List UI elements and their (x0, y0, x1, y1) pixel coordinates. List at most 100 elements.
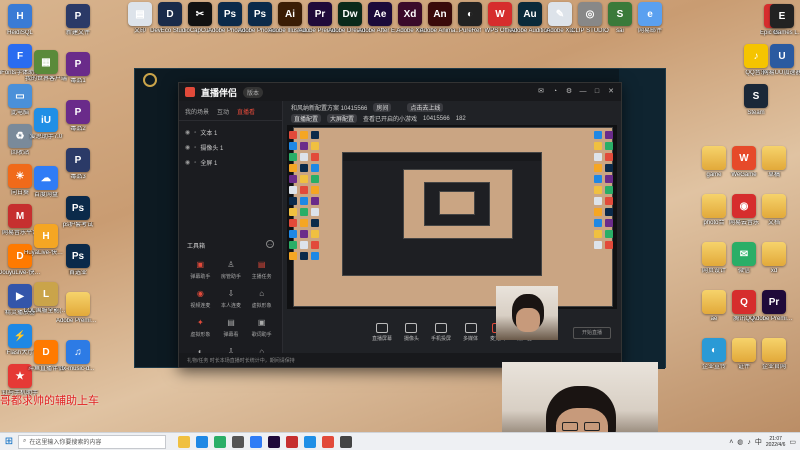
pinned-app-icon[interactable] (304, 435, 316, 448)
desktop-icon[interactable]: P 毒品3 (58, 148, 98, 181)
pinned-app-icon[interactable] (286, 435, 298, 448)
toolbox-more-icon[interactable]: … (266, 240, 274, 248)
eye-icon[interactable]: ◉ (185, 129, 190, 136)
lock-icon[interactable]: ▫ (194, 145, 196, 151)
desktop-icon[interactable]: ♫ lx-music-d... (58, 340, 98, 373)
nested-app-icon (311, 175, 319, 183)
toolbox-item[interactable]: ♙ 房管助手 (216, 259, 247, 280)
desktop-icon[interactable]: E Epic Games Launcher (760, 4, 800, 37)
lock-icon[interactable]: ▫ (194, 160, 196, 166)
toolbox-item[interactable]: ◉ 视频连麦 (185, 288, 216, 309)
room-tag[interactable]: 房间 (373, 103, 392, 112)
desktop-icon[interactable]: P 毒品1 (58, 52, 98, 85)
eye-icon[interactable]: ◉ (185, 144, 190, 151)
toolbox-item[interactable]: ▣ 歌词助手 (246, 317, 277, 338)
live-config-button[interactable]: 直播配置 (291, 114, 322, 123)
toolbox-item[interactable]: ✦ 虚拟形象 (185, 317, 216, 338)
source-button[interactable]: 手机投屏 (431, 322, 451, 342)
pinned-app-icon[interactable] (196, 435, 208, 448)
desktop-icon[interactable]: ✉ 微信 (724, 242, 764, 275)
go-online-button[interactable]: 点击去上线 (407, 103, 444, 112)
network-icon[interactable]: ◍ (737, 438, 743, 446)
pinned-app-icon[interactable] (250, 435, 262, 448)
desktop-icon[interactable]: H HeidiSQL (0, 4, 40, 37)
source-icon (434, 322, 447, 333)
app-icon: H (34, 224, 58, 248)
scene-item[interactable]: ◉ ▫ 全屏 1 (179, 155, 282, 170)
windows-start-icon[interactable]: ⊞ (0, 433, 18, 450)
app-icon: H (8, 4, 32, 28)
eye-icon[interactable]: ◉ (185, 159, 190, 166)
desktop-icon-label: 微信 (737, 268, 750, 274)
notification-icon[interactable]: ▭ (789, 438, 796, 446)
toolbox-item[interactable]: ▣ 弹幕助手 (185, 259, 216, 280)
nested-app-icon (289, 153, 297, 161)
start-live-button[interactable]: 开始直播 (573, 327, 611, 339)
nested-app-icon (289, 252, 297, 260)
desktop-icon[interactable]: e 网易邮件 (630, 2, 670, 35)
mini-games-link[interactable]: 查看已开启的小游戏 (363, 114, 417, 123)
desktop-icon[interactable]: Ps ps护套考试 (58, 196, 98, 229)
desktop-icon[interactable]: S Steam (736, 84, 776, 117)
tool-label: 房管助手 (220, 274, 241, 280)
scene-item[interactable]: ◉ ▫ 摄像头 1 (179, 140, 282, 155)
desktop-icon[interactable]: U 网易UU加速器 (762, 44, 800, 77)
screen-config-button[interactable]: 大屏配置 (327, 114, 358, 123)
app-icon: ◎ (578, 2, 602, 26)
scene-tab[interactable]: 直播看 (237, 107, 255, 116)
desktop-icon[interactable]: 证件 (724, 338, 764, 371)
scene-tab[interactable]: 互动 (217, 107, 229, 116)
tray-chevron-icon[interactable]: ˄ (729, 439, 733, 446)
toolbox-item[interactable]: ▤ 弹幕看 (216, 317, 247, 338)
desktop-icon[interactable]: Q 腾讯QQ (724, 290, 764, 323)
scene-tab[interactable]: 我的场景 (185, 107, 209, 116)
toolbox-item[interactable]: ⇩ 本人连麦 (216, 288, 247, 309)
maximize-icon[interactable]: □ (593, 88, 601, 96)
volume-icon[interactable]: ♪ (747, 439, 751, 446)
desktop-icon[interactable]: ◉ 网易云音乐 (724, 194, 764, 227)
lock-icon[interactable]: ▫ (194, 130, 196, 136)
desktop-icon[interactable]: P 毒品2 (58, 100, 98, 133)
pinned-app-icon[interactable] (340, 435, 352, 448)
desktop-icon[interactable]: Ps 首选业 (58, 244, 98, 277)
source-button[interactable]: 摄像头 (404, 322, 419, 342)
source-button[interactable]: 多媒体 (463, 322, 478, 342)
app-icon: ◐ (702, 338, 726, 362)
nested-app-icon (300, 219, 308, 227)
bell-icon[interactable]: ◔ (551, 88, 559, 96)
app-logo-text: 直播伴侣 (201, 87, 238, 98)
app-icon: Ps (248, 2, 272, 26)
stream-preview[interactable] (287, 125, 617, 309)
pinned-app-icon[interactable] (214, 435, 226, 448)
nested-app-icon (300, 252, 308, 260)
message-icon[interactable]: ✉ (537, 88, 545, 96)
pinned-app-icon[interactable] (322, 435, 334, 448)
minimize-icon[interactable]: — (579, 88, 587, 96)
version-badge[interactable]: 版本 (243, 86, 264, 98)
app-icon: ☁ (34, 166, 58, 190)
app-icon: ▤ (128, 2, 152, 26)
tool-label: 视频连麦 (190, 303, 211, 309)
clock[interactable]: 21:07 2022/4/6 (766, 436, 785, 448)
desktop-icon[interactable]: P 新建文件 (58, 4, 98, 37)
pinned-app-icon[interactable] (232, 435, 244, 448)
pinned-app-icon[interactable] (178, 435, 190, 448)
nested-app-icon (300, 164, 308, 172)
toolbox-item[interactable]: ⌂ 虚拟形象 (246, 288, 277, 309)
scene-item[interactable]: ◉ ▫ 文本 1 (179, 125, 282, 140)
app-icon: ✂ (188, 2, 212, 26)
nested-app-icon (605, 186, 613, 194)
source-button[interactable]: 直播屏幕 (372, 322, 392, 342)
taskbar-search[interactable]: ⌕ 在这里输入你要搜索的内容 (18, 434, 166, 449)
nested-app-icon (300, 153, 308, 161)
desktop-icon[interactable]: Adobe Premier... (56, 292, 100, 325)
pinned-app-icon[interactable] (268, 435, 280, 448)
app-icon: S (608, 2, 632, 26)
close-icon[interactable]: ✕ (607, 88, 615, 96)
toolbox-item[interactable]: ▤ 主播任务 (246, 259, 277, 280)
app-icon: Ps (218, 2, 242, 26)
settings-icon[interactable]: ⚙ (565, 88, 573, 96)
desktop-icon-label: 回收站 (10, 150, 29, 156)
ime-icon[interactable]: 中 (755, 437, 762, 447)
desktop-icon[interactable]: W WeGame (724, 146, 764, 179)
